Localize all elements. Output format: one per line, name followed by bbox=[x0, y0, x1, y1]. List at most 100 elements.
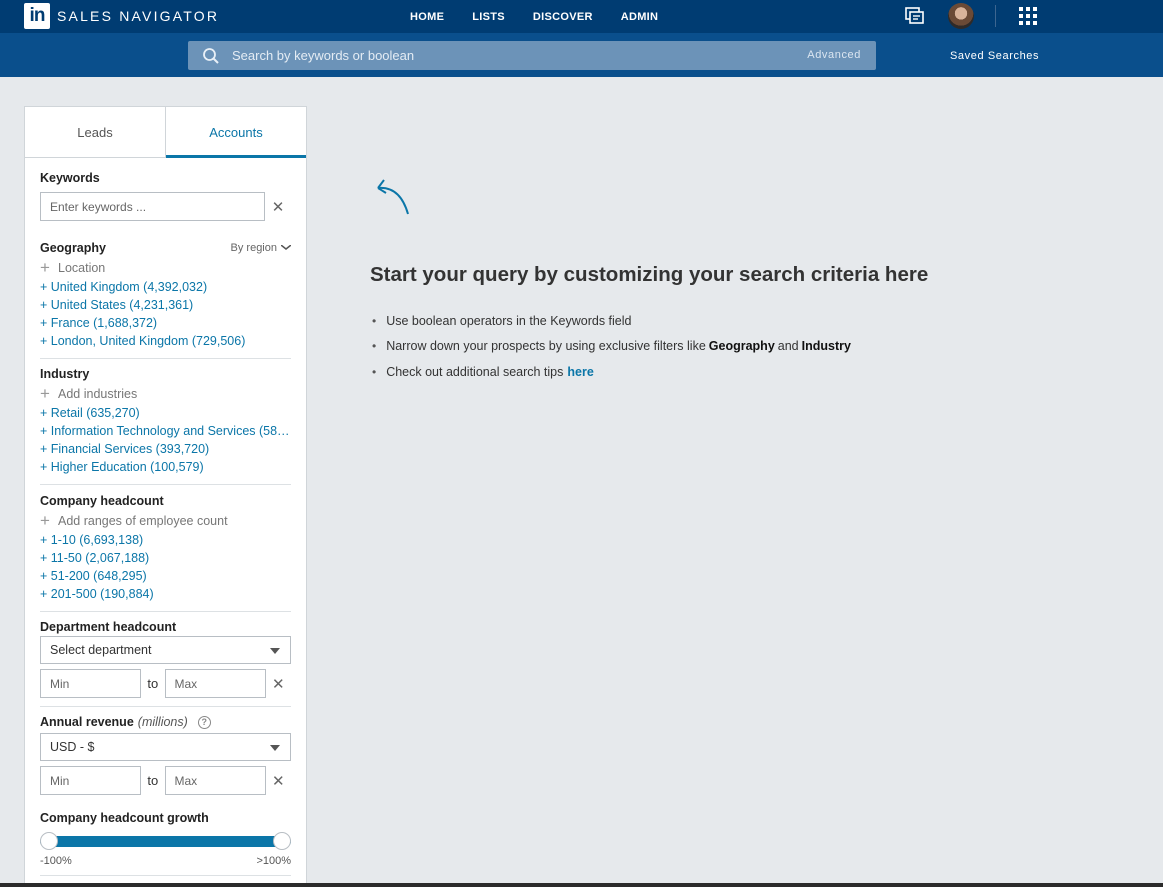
apps-grid-icon[interactable] bbox=[1019, 7, 1037, 25]
dropdown-arrow-icon bbox=[270, 648, 280, 654]
geography-section: Geography By region + Location + United … bbox=[25, 221, 306, 350]
tab-leads[interactable]: Leads bbox=[25, 107, 166, 157]
geography-title: Geography bbox=[40, 241, 106, 255]
headcount-option[interactable]: + 11-50 (2,067,188) bbox=[40, 549, 291, 567]
top-nav-bar: in SALES NAVIGATOR HOME LISTS DISCOVER A… bbox=[0, 0, 1163, 33]
bottom-strip bbox=[0, 883, 1163, 887]
search-tips-list: Use boolean operators in the Keywords fi… bbox=[370, 308, 854, 385]
tip-item: Narrow down your prospects by using excl… bbox=[370, 334, 854, 360]
department-headcount-title: Department headcount bbox=[40, 620, 177, 634]
slider-min-handle[interactable] bbox=[40, 832, 58, 850]
revenue-min-input[interactable] bbox=[40, 766, 141, 795]
advanced-search-link[interactable]: Advanced bbox=[807, 49, 861, 61]
currency-select-value: USD - $ bbox=[50, 740, 95, 754]
add-employee-ranges-label: Add ranges of employee count bbox=[58, 513, 228, 528]
help-icon[interactable]: ? bbox=[197, 715, 211, 729]
slider-max-label: >100% bbox=[256, 855, 291, 867]
department-max-input[interactable] bbox=[164, 669, 266, 698]
revenue-max-input[interactable] bbox=[164, 766, 266, 795]
industry-option[interactable]: + Higher Education (100,579) bbox=[40, 458, 291, 476]
saved-searches-link[interactable]: Saved Searches bbox=[950, 50, 1039, 62]
empty-state-headline: Start your query by customizing your sea… bbox=[370, 263, 929, 286]
add-location-label: Location bbox=[58, 260, 106, 275]
headcount-growth-title: Company headcount growth bbox=[40, 811, 209, 825]
to-label: to bbox=[147, 773, 159, 788]
headcount-growth-slider[interactable] bbox=[40, 831, 291, 851]
brand-name: SALES NAVIGATOR bbox=[57, 8, 220, 24]
headcount-option[interactable]: + 1-10 (6,693,138) bbox=[40, 531, 291, 549]
geography-option[interactable]: + London, United Kingdom (729,506) bbox=[40, 332, 291, 350]
search-bar-row: Advanced Saved Searches bbox=[0, 33, 1163, 77]
add-employee-ranges[interactable]: + Add ranges of employee count bbox=[40, 510, 291, 530]
annual-revenue-section: Annual revenue (millions) ? USD - $ to ✕ bbox=[25, 707, 306, 795]
user-avatar[interactable] bbox=[948, 3, 974, 29]
messages-icon[interactable] bbox=[905, 6, 925, 26]
annual-revenue-unit: (millions) bbox=[137, 715, 188, 729]
currency-select[interactable]: USD - $ bbox=[40, 733, 291, 761]
tip-item: Use boolean operators in the Keywords fi… bbox=[370, 308, 854, 334]
department-select-value: Select department bbox=[50, 643, 152, 657]
add-industries[interactable]: + Add industries bbox=[40, 383, 291, 403]
department-select[interactable]: Select department bbox=[40, 636, 291, 664]
geography-option[interactable]: + United States (4,231,361) bbox=[40, 296, 291, 314]
to-label: to bbox=[147, 676, 159, 691]
geography-option[interactable]: + United Kingdom (4,392,032) bbox=[40, 278, 291, 296]
dropdown-arrow-icon bbox=[270, 745, 280, 751]
slider-min-label: -100% bbox=[40, 855, 72, 867]
department-min-input[interactable] bbox=[40, 669, 141, 698]
nav-discover[interactable]: DISCOVER bbox=[533, 11, 593, 23]
plus-icon: + bbox=[40, 383, 50, 403]
company-headcount-section: Company headcount + Add ranges of employ… bbox=[25, 485, 306, 603]
keywords-input[interactable] bbox=[40, 192, 266, 221]
slider-max-handle[interactable] bbox=[273, 832, 291, 850]
clear-department-icon[interactable]: ✕ bbox=[266, 675, 291, 693]
annual-revenue-title: Annual revenue bbox=[40, 715, 134, 729]
tip-item: Check out additional search tips here bbox=[370, 359, 854, 385]
by-region-dropdown[interactable]: By region bbox=[231, 242, 291, 254]
search-type-tabs: Leads Accounts bbox=[25, 107, 306, 158]
tip-and: and bbox=[777, 339, 799, 354]
slider-track bbox=[40, 836, 291, 847]
add-industries-label: Add industries bbox=[58, 386, 138, 401]
search-tips-link[interactable]: here bbox=[567, 365, 593, 379]
industry-option[interactable]: + Financial Services (393,720) bbox=[40, 440, 291, 458]
geography-option[interactable]: + France (1,688,372) bbox=[40, 314, 291, 332]
plus-icon: + bbox=[40, 510, 50, 530]
keywords-title: Keywords bbox=[40, 171, 100, 185]
chevron-down-icon bbox=[281, 245, 291, 250]
industry-option[interactable]: + Information Technology and Services (5… bbox=[40, 422, 291, 440]
tip-industry: Industry bbox=[801, 339, 851, 354]
industry-option[interactable]: + Retail (635,270) bbox=[40, 404, 291, 422]
nav-lists[interactable]: LISTS bbox=[472, 11, 505, 23]
industry-title: Industry bbox=[40, 367, 90, 381]
nav-admin[interactable]: ADMIN bbox=[621, 11, 659, 23]
plus-icon: + bbox=[40, 257, 50, 277]
curved-arrow-icon bbox=[377, 179, 409, 215]
tip-text: Check out additional search tips bbox=[386, 364, 564, 379]
tip-text: Narrow down your prospects by using excl… bbox=[386, 339, 706, 354]
global-search: Advanced bbox=[188, 41, 876, 70]
divider bbox=[40, 875, 291, 876]
clear-keywords-icon[interactable]: ✕ bbox=[265, 198, 291, 216]
headcount-growth-section: Company headcount growth -100% >100% bbox=[25, 795, 306, 867]
tab-accounts[interactable]: Accounts bbox=[166, 107, 306, 158]
clear-revenue-icon[interactable]: ✕ bbox=[266, 772, 291, 790]
nav-divider bbox=[995, 5, 996, 27]
industry-section: Industry + Add industries + Retail (635,… bbox=[25, 359, 306, 476]
main-nav: HOME LISTS DISCOVER ADMIN bbox=[410, 0, 686, 33]
search-input[interactable] bbox=[232, 41, 792, 70]
linkedin-logo[interactable]: in bbox=[24, 3, 50, 29]
headcount-option[interactable]: + 201-500 (190,884) bbox=[40, 585, 291, 603]
filter-panel: Leads Accounts Keywords ✕ Geography By r… bbox=[24, 106, 307, 887]
department-headcount-section: Department headcount Select department t… bbox=[25, 612, 306, 698]
tip-text: Use boolean operators in the Keywords fi… bbox=[386, 313, 632, 328]
add-location[interactable]: + Location bbox=[40, 257, 291, 277]
top-right-icons bbox=[903, 0, 1163, 33]
search-icon bbox=[203, 48, 219, 64]
company-headcount-title: Company headcount bbox=[40, 494, 164, 508]
nav-home[interactable]: HOME bbox=[410, 11, 444, 23]
headcount-option[interactable]: + 51-200 (648,295) bbox=[40, 567, 291, 585]
tip-geography: Geography bbox=[708, 339, 775, 354]
by-region-label: By region bbox=[230, 242, 277, 254]
keywords-section: Keywords ✕ bbox=[25, 158, 306, 221]
